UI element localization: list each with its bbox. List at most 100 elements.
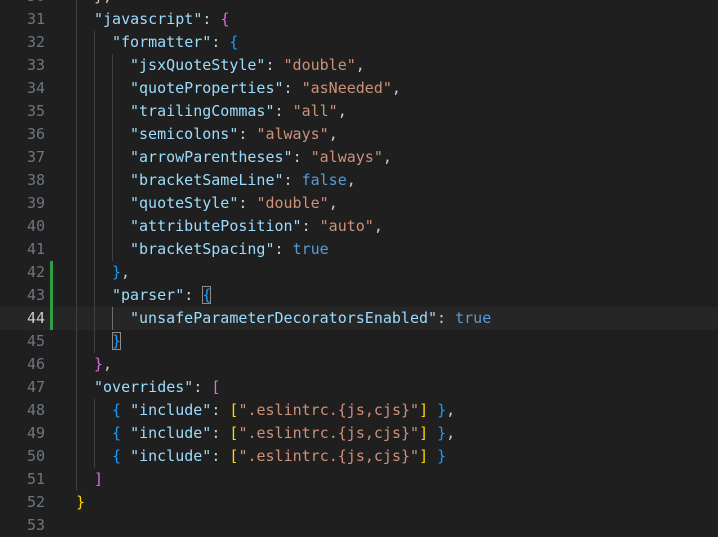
code-content[interactable]: "unsafeParameterDecoratorsEnabled": true <box>130 307 491 330</box>
json-key: "semicolons" <box>130 125 239 143</box>
indent-guide <box>76 422 77 445</box>
code-content[interactable]: "arrowParentheses": "always", <box>130 146 392 169</box>
code-content[interactable]: { "include": [".eslintrc.{js,cjs}"] }, <box>112 399 455 422</box>
indent-guide <box>76 215 77 238</box>
indent-guide <box>94 146 95 169</box>
code-line[interactable]: 45} <box>0 330 718 353</box>
indent-guide <box>94 192 95 215</box>
json-key: "javascript" <box>94 10 203 28</box>
matched-bracket: { <box>202 286 212 304</box>
code-content[interactable]: "overrides": [ <box>94 376 220 399</box>
indent-guide <box>112 238 113 261</box>
code-content[interactable]: "bracketSpacing": true <box>130 238 329 261</box>
code-content[interactable]: "jsxQuoteStyle": "double", <box>130 54 365 77</box>
json-key: "arrowParentheses" <box>130 148 293 166</box>
punctuation: , <box>355 56 365 74</box>
json-key: "formatter" <box>112 33 212 51</box>
json-key: "include" <box>130 424 212 442</box>
code-line[interactable]: 35 "trailingCommas": "all", <box>0 100 718 123</box>
json-boolean: true <box>292 240 329 258</box>
line-number: 31 <box>26 10 45 28</box>
json-string: "always" <box>310 148 383 166</box>
indent-guide <box>76 169 77 192</box>
modified-line-marker[interactable] <box>50 284 53 307</box>
punctuation: : <box>283 171 302 189</box>
code-line[interactable]: 30}, <box>0 0 718 8</box>
code-line[interactable]: 50 { "include": [".eslintrc.{js,cjs}"] } <box>0 445 718 468</box>
code-content[interactable]: ] <box>94 468 103 491</box>
code-line[interactable]: 32 "formatter": { <box>0 31 718 54</box>
code-line[interactable]: 46}, <box>0 353 718 376</box>
punctuation: : <box>274 240 293 258</box>
code-line[interactable]: 37 "arrowParentheses": "always", <box>0 146 718 169</box>
punctuation: : <box>238 194 257 212</box>
code-content[interactable]: } <box>112 330 122 353</box>
bracket: } <box>94 355 104 373</box>
bracket: } <box>112 263 122 281</box>
punctuation: , <box>328 125 338 143</box>
code-line[interactable]: 52} <box>0 491 718 514</box>
code-line[interactable]: 31 "javascript": { <box>0 8 718 31</box>
code-line[interactable]: 51] <box>0 468 718 491</box>
code-line[interactable]: 48 { "include": [".eslintrc.{js,cjs}"] }, <box>0 399 718 422</box>
code-line[interactable]: 34 "quoteProperties": "asNeeded", <box>0 77 718 100</box>
punctuation: : <box>301 217 320 235</box>
code-line[interactable]: 44 "unsafeParameterDecoratorsEnabled": tr… <box>0 307 718 330</box>
punctuation: , <box>373 217 383 235</box>
code-content[interactable]: "attributePosition": "auto", <box>130 215 383 238</box>
line-number: 43 <box>26 286 45 304</box>
code-content[interactable]: }, <box>94 353 112 376</box>
punctuation: , <box>446 424 456 442</box>
code-line[interactable]: 38 "bracketSameLine": false, <box>0 169 718 192</box>
code-line[interactable]: 36 "semicolons": "always", <box>0 123 718 146</box>
code-content[interactable]: "formatter": { <box>112 31 238 54</box>
punctuation: : <box>238 125 257 143</box>
code-content[interactable]: "semicolons": "always", <box>130 123 338 146</box>
bracket: ] <box>419 401 429 419</box>
code-content[interactable]: }, <box>112 261 130 284</box>
line-number: 44 <box>26 309 45 327</box>
punctuation: : <box>211 401 230 419</box>
code-editor[interactable]: 30}, 31 "javascript": {32"formatter": {33"… <box>0 0 718 537</box>
indent-guide <box>76 31 77 54</box>
json-string: "all" <box>292 102 338 120</box>
code-content[interactable]: "quoteStyle": "double", <box>130 192 338 215</box>
code-content[interactable]: { "include": [".eslintrc.{js,cjs}"] } <box>112 445 446 468</box>
modified-line-marker[interactable] <box>50 261 53 284</box>
indent-guide <box>94 284 95 307</box>
code-line[interactable]: 47 "overrides": [ <box>0 376 718 399</box>
code-content[interactable]: } <box>76 491 85 514</box>
code-content[interactable]: "quoteProperties": "asNeeded", <box>130 77 401 100</box>
code-line[interactable]: 53 <box>0 514 718 537</box>
punctuation: , <box>328 194 338 212</box>
modified-line-marker[interactable] <box>50 307 53 330</box>
line-number: 39 <box>26 194 45 212</box>
code-content[interactable]: "bracketSameLine": false, <box>130 169 356 192</box>
punctuation: , <box>337 102 347 120</box>
punctuation: : <box>274 102 293 120</box>
bracket: { <box>229 33 239 51</box>
json-string: "auto" <box>319 217 374 235</box>
code-content[interactable]: "parser": { <box>112 284 212 307</box>
line-number: 42 <box>26 263 45 281</box>
code-line[interactable]: 33 "jsxQuoteStyle": "double", <box>0 54 718 77</box>
code-line[interactable]: 39 "quoteStyle": "double", <box>0 192 718 215</box>
code-line[interactable]: 41 "bracketSpacing": true <box>0 238 718 261</box>
code-line[interactable]: 43 "parser": { <box>0 284 718 307</box>
indent-guide <box>112 146 113 169</box>
code-line[interactable]: 42}, <box>0 261 718 284</box>
matched-bracket: } <box>112 332 122 350</box>
bracket: } <box>428 424 447 442</box>
indent-guide <box>76 376 77 399</box>
indent-guide <box>112 77 113 100</box>
code-content[interactable]: }, <box>94 0 112 8</box>
code-line[interactable]: 49 { "include": [".eslintrc.{js,cjs}"] }, <box>0 422 718 445</box>
code-content[interactable]: "javascript": { <box>94 8 229 31</box>
indent-guide <box>76 100 77 123</box>
indent-guide <box>94 169 95 192</box>
punctuation: , <box>446 401 456 419</box>
code-line[interactable]: 40 "attributePosition": "auto", <box>0 215 718 238</box>
indent-guide <box>112 192 113 215</box>
code-content[interactable]: "trailingCommas": "all", <box>130 100 347 123</box>
code-content[interactable]: { "include": [".eslintrc.{js,cjs}"] }, <box>112 422 455 445</box>
